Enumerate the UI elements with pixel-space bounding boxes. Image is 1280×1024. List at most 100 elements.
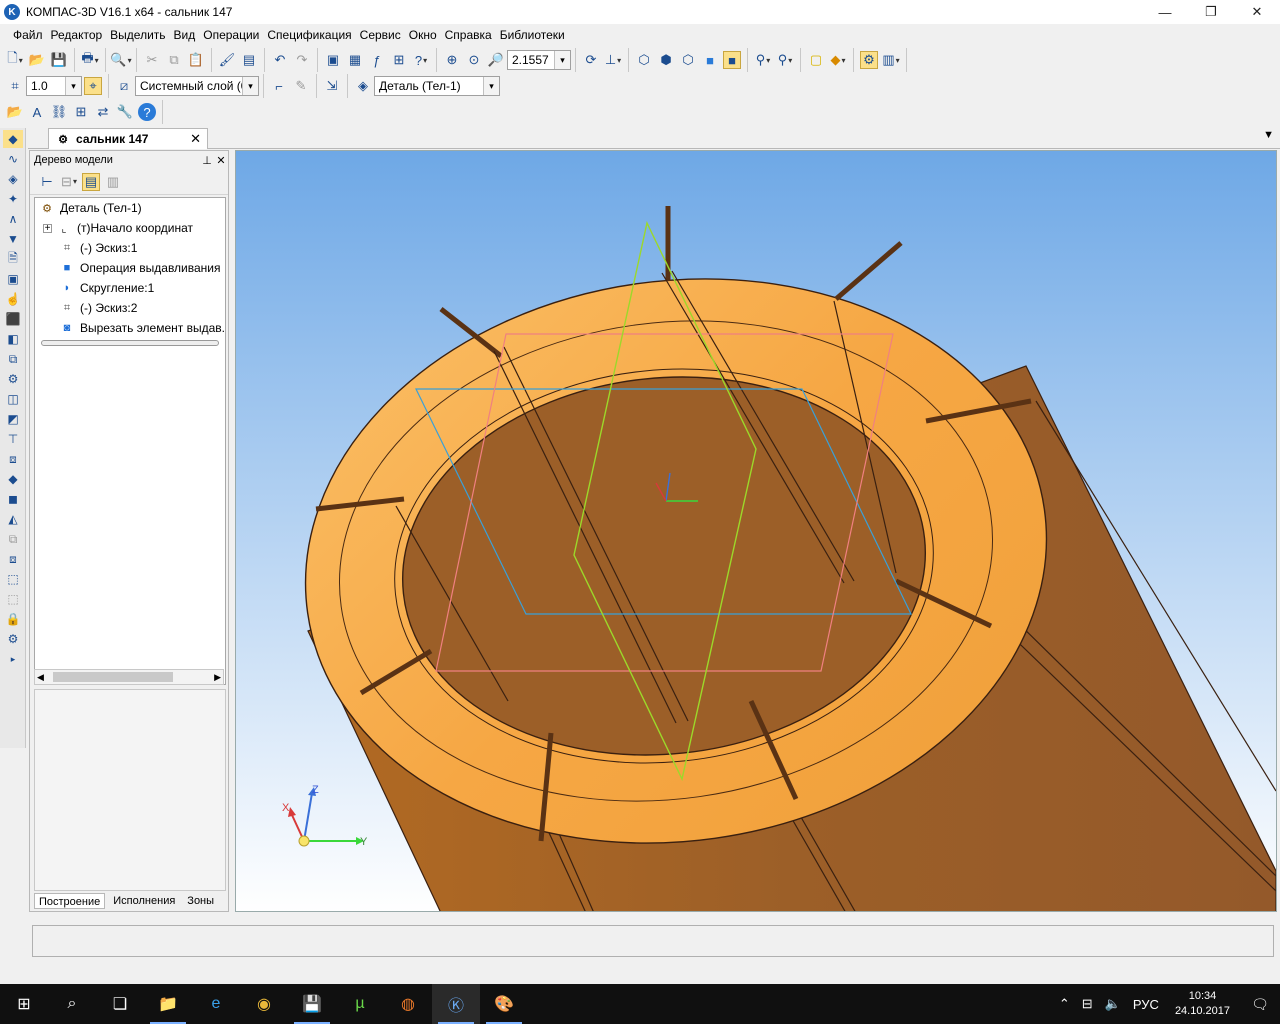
part-select-icon[interactable]: ◈ bbox=[354, 77, 372, 95]
measure-op-icon[interactable]: ◫ bbox=[3, 390, 23, 408]
sketch-mode-icon[interactable]: ✎ bbox=[292, 77, 310, 95]
mirror-op-icon[interactable]: ⧉ bbox=[3, 350, 23, 368]
menu-view[interactable]: Вид bbox=[171, 26, 199, 44]
cut-icon[interactable]: ✂ bbox=[143, 51, 161, 69]
tree-item-origin[interactable]: + ⌞ (т)Начало координат bbox=[35, 218, 225, 238]
parameters-icon[interactable]: ▥ bbox=[882, 51, 900, 69]
utorrent-icon[interactable]: µ bbox=[336, 984, 384, 1024]
volume-icon[interactable]: 🔈 bbox=[1099, 996, 1127, 1012]
minimize-button[interactable]: — bbox=[1142, 0, 1188, 24]
tab-menu-arrow-icon[interactable]: ▼ bbox=[1263, 129, 1274, 141]
paint-icon[interactable]: 🎨 bbox=[480, 984, 528, 1024]
revolve-op-icon[interactable]: ◧ bbox=[3, 330, 23, 348]
tab-document[interactable]: ⚙ сальник 147 ✕ bbox=[48, 128, 208, 149]
maximize-button[interactable]: ❐ bbox=[1188, 0, 1234, 24]
close-button[interactable]: ✕ bbox=[1234, 0, 1280, 24]
expand-arrow-icon[interactable]: ▸ bbox=[3, 650, 23, 668]
tree-item-sketch-1[interactable]: ⌗ (-) Эскиз:1 bbox=[35, 238, 225, 258]
chevron-up-icon[interactable]: ⌃ bbox=[1053, 996, 1076, 1012]
hidden-lines-icon[interactable]: ⬢ bbox=[657, 51, 675, 69]
layer-combo[interactable]: Системный слой (0) ▾ bbox=[135, 76, 259, 96]
select-filter-icon[interactable]: ⚲ bbox=[776, 51, 794, 69]
hand-icon[interactable]: ☝ bbox=[3, 290, 23, 308]
properties-icon[interactable]: ▤ bbox=[240, 51, 258, 69]
task-view-icon[interactable]: ❏ bbox=[96, 984, 144, 1024]
floppy-icon[interactable]: 💾 bbox=[288, 984, 336, 1024]
tree-toggle-icon[interactable]: ⚙ bbox=[860, 51, 878, 69]
close-icon[interactable]: ✕ bbox=[190, 131, 201, 147]
open-file-icon[interactable]: 📂 bbox=[28, 51, 46, 69]
lock-icon[interactable]: 🔒 bbox=[3, 610, 23, 628]
dimension-icon[interactable]: ∧ bbox=[3, 210, 23, 228]
tree-horizontal-scrollbar[interactable]: ◀ ▶ bbox=[34, 669, 224, 685]
thin-hidden-icon[interactable]: ⬡ bbox=[679, 51, 697, 69]
library-op-icon[interactable]: ⚙ bbox=[3, 630, 23, 648]
chevron-down-icon[interactable]: ▾ bbox=[483, 77, 499, 95]
curve-icon[interactable]: ∿ bbox=[3, 150, 23, 168]
shaded-icon[interactable]: ■ bbox=[701, 51, 719, 69]
chamfer-icon[interactable]: ◭ bbox=[3, 510, 23, 528]
explorer-icon[interactable]: 📁 bbox=[144, 984, 192, 1024]
menu-file[interactable]: Файл bbox=[10, 26, 46, 44]
array-icon[interactable]: ⧈ bbox=[3, 450, 23, 468]
zoom-scale-icon[interactable]: 🔎 bbox=[487, 51, 505, 69]
chevron-down-icon[interactable]: ▾ bbox=[554, 51, 570, 69]
menu-editor[interactable]: Редактор bbox=[48, 26, 106, 44]
format-brush-icon[interactable]: 🖌 bbox=[218, 51, 236, 69]
library-icon[interactable]: ▦ bbox=[346, 51, 364, 69]
3d-model-view[interactable]: Y Z X bbox=[236, 151, 1277, 912]
tree-item-extrude[interactable]: ■ Операция выдавливания bbox=[35, 258, 225, 278]
menu-specification[interactable]: Спецификация bbox=[264, 26, 354, 44]
sheet-metal-icon[interactable]: ◩ bbox=[3, 410, 23, 428]
chevron-down-icon[interactable]: ▾ bbox=[242, 77, 258, 95]
appearance-icon[interactable]: ◆ bbox=[829, 51, 847, 69]
menu-service[interactable]: Сервис bbox=[357, 26, 404, 44]
kompas-taskbar-icon[interactable]: Ⓚ bbox=[432, 984, 480, 1024]
scroll-left-icon[interactable]: ◀ bbox=[37, 672, 44, 683]
wireframe-icon[interactable]: ⬡ bbox=[635, 51, 653, 69]
chrome-icon[interactable]: ◉ bbox=[240, 984, 288, 1024]
start-button[interactable]: ⊞ bbox=[0, 984, 48, 1024]
zoom-fit-icon[interactable]: ⊙ bbox=[465, 51, 483, 69]
open-folder-icon[interactable]: 📂 bbox=[6, 103, 24, 121]
new-file-icon[interactable]: 🗋 bbox=[6, 50, 24, 69]
grid-tool-icon[interactable]: ⊞ bbox=[72, 103, 90, 121]
close-icon[interactable]: ✕ bbox=[214, 154, 228, 167]
part-select-combo[interactable]: Деталь (Тел-1) ▾ bbox=[374, 76, 500, 96]
tab-build[interactable]: Построение bbox=[34, 893, 106, 909]
copy-icon[interactable]: ⧉ bbox=[165, 51, 183, 69]
ie-icon[interactable]: e bbox=[192, 984, 240, 1024]
help-pointer-icon[interactable]: ? bbox=[412, 51, 430, 69]
network-icon[interactable]: ⊟ bbox=[1076, 996, 1099, 1012]
weld-icon[interactable]: ⊤ bbox=[3, 430, 23, 448]
sheet-icon[interactable]: 🗎 bbox=[3, 250, 23, 268]
3d-viewport[interactable]: Y Z X bbox=[235, 150, 1277, 912]
orient-normal-icon[interactable]: ⇲ bbox=[323, 77, 341, 95]
print-icon[interactable]: 🖶 bbox=[81, 50, 99, 69]
tree-item-sketch-2[interactable]: ⌗ (-) Эскиз:2 bbox=[35, 298, 225, 318]
snap-grid-icon[interactable]: ⌗ bbox=[6, 77, 24, 95]
language-indicator[interactable]: РУС bbox=[1127, 997, 1165, 1012]
zoom-combo[interactable]: 2.1557 ▾ bbox=[507, 50, 571, 70]
surface-icon[interactable]: ◈ bbox=[3, 170, 23, 188]
text-style-icon[interactable]: A bbox=[28, 103, 46, 121]
box-icon[interactable]: ◼ bbox=[3, 490, 23, 508]
expand-plus-icon[interactable]: + bbox=[43, 223, 52, 234]
clock[interactable]: 10:34 24.10.2017 bbox=[1165, 989, 1240, 1019]
orientation-icon[interactable]: ⊥ bbox=[604, 51, 622, 69]
tab-versions[interactable]: Исполнения bbox=[109, 893, 179, 909]
help-circle-icon[interactable]: ? bbox=[138, 103, 156, 121]
local-cs-icon[interactable]: ⌐ bbox=[270, 77, 288, 95]
tree-item-fillet[interactable]: ◗ Скругление:1 bbox=[35, 278, 225, 298]
scroll-right-icon[interactable]: ▶ bbox=[214, 672, 221, 683]
transfer-icon[interactable]: ⇄ bbox=[94, 103, 112, 121]
boolean-icon[interactable]: ⬚ bbox=[3, 570, 23, 588]
menu-operations[interactable]: Операции bbox=[200, 26, 262, 44]
firefox-icon[interactable]: ◍ bbox=[384, 984, 432, 1024]
paste-icon[interactable]: 📋 bbox=[187, 51, 205, 69]
variables-icon[interactable]: ƒ bbox=[368, 51, 386, 69]
menu-select[interactable]: Выделить bbox=[107, 26, 168, 44]
shaded-edges-icon[interactable]: ■ bbox=[723, 51, 741, 69]
shell-icon[interactable]: ◆ bbox=[3, 470, 23, 488]
tree-detail-icon[interactable]: ▥ bbox=[104, 173, 122, 191]
